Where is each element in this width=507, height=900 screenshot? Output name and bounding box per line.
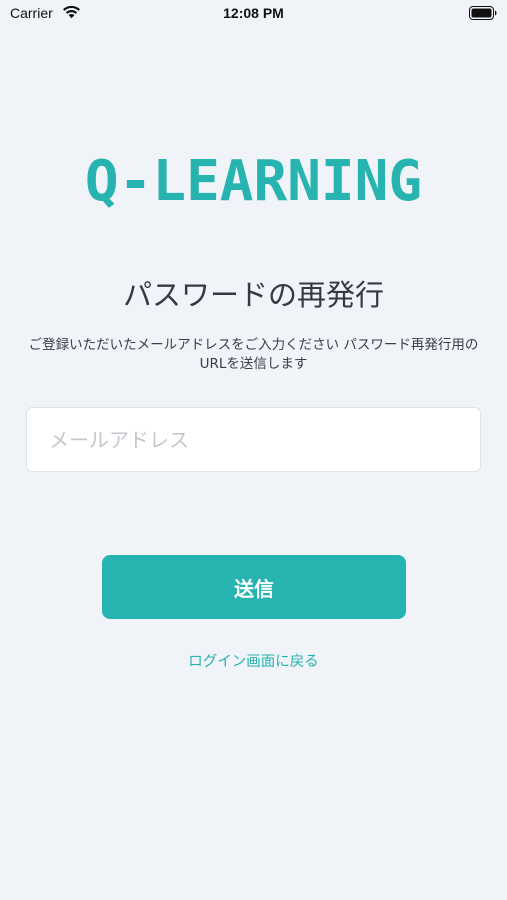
carrier-label: Carrier (10, 5, 53, 21)
password-reset-screen: Carrier 12:08 PM Q-LEARNING パスワードの再発行 ご登… (0, 0, 507, 900)
wifi-icon (63, 5, 80, 19)
instruction-text: ご登録いただいたメールアドレスをご入力ください パスワード再発行用のURLを送信… (28, 337, 479, 372)
page-title: パスワードの再発行 (122, 278, 384, 312)
battery-icon (469, 6, 497, 20)
email-input[interactable] (26, 407, 481, 472)
submit-button[interactable]: 送信 (102, 555, 406, 619)
status-bar: Carrier 12:08 PM (0, 0, 507, 30)
app-logo: Q-LEARNING (84, 149, 423, 214)
back-to-login-link[interactable]: ログイン画面に戻る (0, 652, 507, 672)
